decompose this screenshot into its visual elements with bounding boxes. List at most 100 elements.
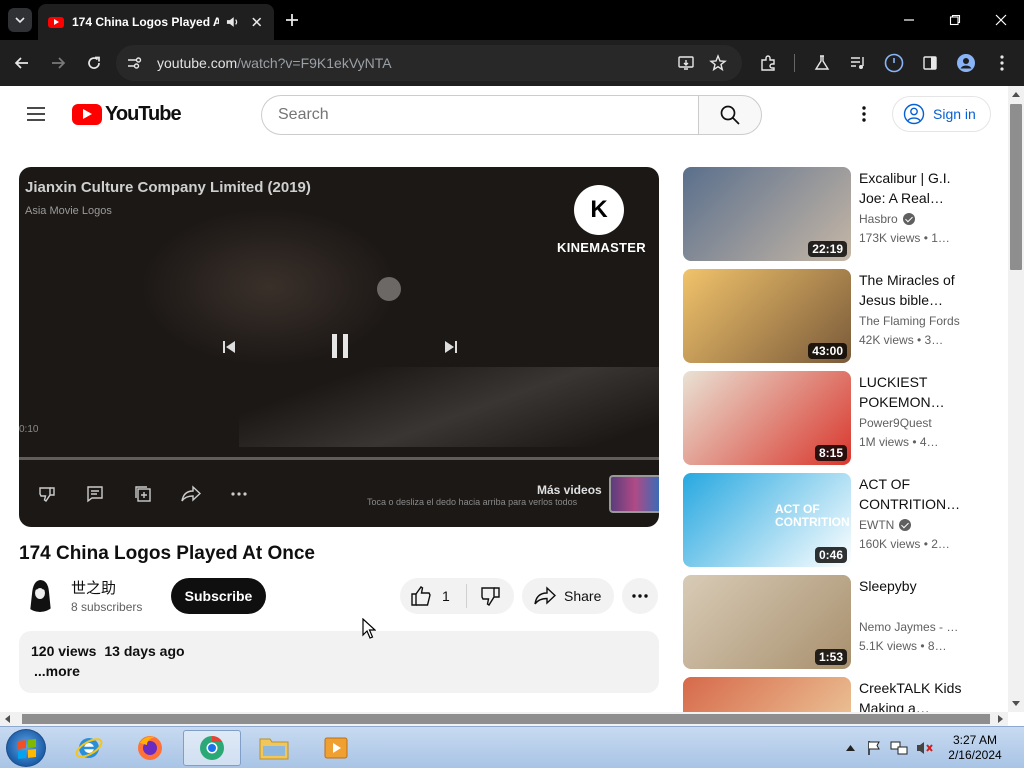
player-save-button[interactable] (131, 482, 155, 506)
labs-button[interactable] (810, 51, 834, 75)
taskbar-firefox[interactable] (121, 730, 179, 766)
scroll-left-arrow-icon[interactable] (5, 715, 10, 723)
share-button[interactable]: Share (522, 578, 614, 614)
close-window-button[interactable] (989, 8, 1013, 32)
player-more-button[interactable] (227, 482, 251, 506)
recommendation-thumbnail[interactable]: 8:15 (683, 371, 851, 465)
close-tab-icon[interactable] (249, 14, 264, 30)
sign-in-button[interactable]: Sign in (892, 96, 991, 132)
speaker-icon[interactable] (225, 14, 240, 30)
browser-toolbar: youtube.com/watch?v=F9K1ekVyNTA (0, 40, 1024, 86)
recommendation-channel-name: Power9Quest (859, 416, 932, 430)
progress-bar[interactable] (19, 457, 659, 460)
recommendation-title[interactable]: LUCKIEST POKEMON… (859, 372, 977, 412)
horizontal-scroll-thumb[interactable] (22, 714, 990, 724)
thumbs-down-icon (480, 587, 500, 606)
channel-name[interactable]: 世之助 (71, 577, 116, 598)
player-comments-button[interactable] (83, 482, 107, 506)
more-actions-button[interactable] (622, 578, 658, 614)
search-input[interactable] (261, 95, 699, 135)
recommendation-channel[interactable]: The Flaming Fords (859, 314, 960, 328)
description-more-link[interactable]: ...more (34, 663, 80, 679)
recommendation-thumbnail[interactable]: 22:19 (683, 167, 851, 261)
extensions-button[interactable] (756, 51, 780, 75)
bookmark-star-icon[interactable] (709, 54, 727, 72)
recommendation-channel[interactable]: EWTN (859, 518, 912, 532)
settings-menu-button[interactable] (852, 102, 876, 126)
channel-avatar[interactable] (22, 576, 58, 612)
dislike-button[interactable] (467, 578, 514, 614)
scroll-right-arrow-icon[interactable] (998, 715, 1003, 723)
youtube-play-icon (72, 103, 102, 125)
extension-power-button[interactable] (882, 51, 906, 75)
youtube-logo[interactable]: YouTube (72, 103, 182, 125)
vertical-scrollbar[interactable] (1008, 86, 1024, 712)
browser-menu-button[interactable] (990, 51, 1014, 75)
player-dislike-button[interactable] (35, 482, 59, 506)
recommendation-title[interactable]: Sleepyby (859, 576, 977, 616)
recommendation-channel[interactable]: Power9Quest (859, 416, 932, 430)
video-player[interactable]: Jianxin Culture Company Limited (2019) A… (19, 167, 659, 527)
video-frame-glow (139, 207, 399, 367)
new-tab-icon[interactable] (282, 10, 302, 30)
minimize-button[interactable] (897, 8, 921, 32)
vertical-scroll-thumb[interactable] (1010, 104, 1022, 270)
taskbar-internet-explorer[interactable] (60, 730, 118, 766)
address-bar[interactable]: youtube.com/watch?v=F9K1ekVyNTA (116, 45, 742, 81)
forward-button[interactable] (46, 51, 70, 75)
recommendation-title[interactable]: Excalibur | G.I. Joe: A Real… (859, 168, 977, 208)
hamburger-menu-icon[interactable] (24, 102, 48, 126)
install-app-icon[interactable] (677, 54, 695, 72)
recommendation-title[interactable]: The Miracles of Jesus bible… (859, 270, 977, 310)
taskbar-clock[interactable]: 3:27 AM 2/16/2024 (940, 733, 1010, 763)
recommendation-title[interactable]: CreekTALK Kids Making a… (859, 678, 977, 712)
browser-tab[interactable]: 174 China Logos Played At Once (38, 4, 274, 40)
like-button[interactable]: 1 (400, 578, 466, 614)
recommendation-thumbnail[interactable]: 1:53 (683, 575, 851, 669)
recommendation-item[interactable]: ACT OF CONTRITION 0:46 ACT OF CONTRITION… E… (683, 473, 983, 567)
player-share-button[interactable] (179, 482, 203, 506)
recommendation-title[interactable]: ACT OF CONTRITION… (859, 474, 977, 514)
taskbar-chrome[interactable] (183, 730, 241, 766)
back-button[interactable] (10, 51, 34, 75)
recommendation-channel[interactable]: Hasbro (859, 212, 915, 226)
scroll-up-arrow-icon[interactable] (1012, 92, 1020, 97)
more-videos-label[interactable]: Más videos (537, 483, 602, 497)
recommendation-item[interactable]: 43:00 The Miracles of Jesus bible… The Fla… (683, 269, 983, 363)
previous-button[interactable] (217, 335, 241, 359)
next-button[interactable] (439, 335, 463, 359)
recommendation-stats: 1M views • 4… (859, 435, 939, 449)
reload-button[interactable] (82, 51, 106, 75)
recommendation-channel[interactable]: Nemo Jaymes - … (859, 620, 958, 634)
network-icon[interactable] (890, 740, 908, 756)
more-videos-thumbnail[interactable] (609, 475, 659, 513)
horizontal-scrollbar[interactable] (0, 712, 1008, 726)
arrow-left-icon (14, 57, 28, 69)
subscribe-button[interactable]: Subscribe (171, 578, 266, 614)
volume-muted-icon[interactable] (916, 740, 934, 756)
action-center-flag-icon[interactable] (866, 740, 882, 756)
start-button[interactable] (6, 729, 46, 767)
recommendation-thumbnail[interactable]: 43:00 (683, 269, 851, 363)
show-hidden-icons-icon[interactable] (846, 745, 855, 751)
media-controls-button[interactable] (846, 51, 870, 75)
taskbar-file-explorer[interactable] (245, 730, 303, 766)
search-button[interactable] (698, 95, 762, 135)
recommendation-thumbnail[interactable] (683, 677, 851, 712)
recommendation-item[interactable]: 8:15 LUCKIEST POKEMON… Power9Quest 1M views… (683, 371, 983, 465)
recommendation-item[interactable]: 1:53 Sleepyby Nemo Jaymes - … 5.1K views • … (683, 575, 983, 669)
sign-in-label: Sign in (933, 106, 976, 122)
recommendation-thumbnail[interactable]: ACT OF CONTRITION 0:46 (683, 473, 851, 567)
pause-button[interactable] (325, 329, 355, 363)
taskbar-media-player[interactable] (307, 730, 365, 766)
skip-previous-icon (223, 341, 235, 353)
side-panel-button[interactable] (918, 51, 942, 75)
profile-button[interactable] (954, 51, 978, 75)
scroll-down-arrow-icon[interactable] (1012, 701, 1020, 706)
restore-button[interactable] (943, 8, 967, 32)
site-info-icon[interactable] (124, 53, 144, 73)
recommendation-item[interactable]: 22:19 Excalibur | G.I. Joe: A Real… Hasbro… (683, 167, 983, 261)
tab-search-button[interactable] (8, 8, 32, 32)
description-box[interactable]: 120 views 13 days ago ...more (19, 631, 659, 693)
recommendation-item[interactable]: CreekTALK Kids Making a… (683, 677, 983, 712)
